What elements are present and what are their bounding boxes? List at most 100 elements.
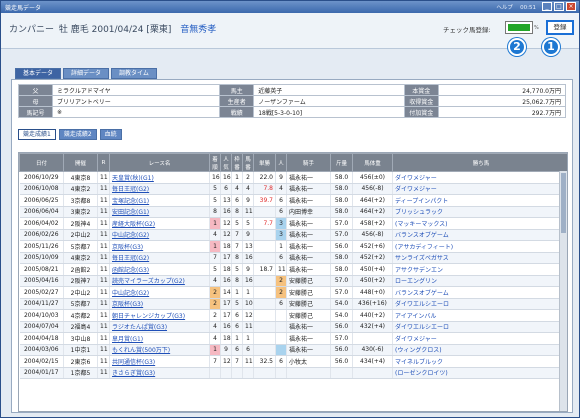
race-cell: 福永祐一 xyxy=(286,171,331,184)
race-row[interactable]: 2006/02/26 2中山2 11 中山記念(G2) 4 12 7 9 3 福永祐一 57.0 45… xyxy=(19,229,567,241)
race-cell[interactable]: 宝塚記念(G1) xyxy=(109,194,210,207)
column-header[interactable]: 人 xyxy=(275,153,287,172)
race-cell: 7 xyxy=(209,355,221,368)
maximize-button[interactable]: □ xyxy=(554,2,564,11)
race-row[interactable]: 2006/10/29 4東京8 11 天皇賞(秋)(G1) 16 16 1 2 22.0 9 福永祐… xyxy=(19,171,567,184)
race-cell[interactable]: (アサカディフィート) xyxy=(392,240,567,253)
race-cell[interactable]: ダイワメジャー xyxy=(392,171,567,184)
race-cell[interactable]: アサクサデンエン xyxy=(392,263,567,276)
race-cell[interactable]: (マッキーマックス) xyxy=(392,217,567,230)
race-row[interactable]: 2004/11/27 5京都7 11 京阪杯(G3) 2 17 5 10 6 安藤勝己 54.0 43… xyxy=(19,298,567,310)
race-cell[interactable]: マイネルブルック xyxy=(392,355,567,368)
race-row[interactable]: 2004/01/17 1京都5 11 きさらぎ賞(G3) (ローゼンクロイツ) xyxy=(19,367,567,379)
race-cell[interactable]: 京阪杯(G3) xyxy=(109,298,210,310)
column-header[interactable]: 着順 xyxy=(209,153,221,172)
race-cell xyxy=(253,240,276,253)
race-cell[interactable]: ラジオたんぱ賞(G3) xyxy=(109,321,210,333)
column-header[interactable]: 人気 xyxy=(220,153,232,172)
race-cell[interactable]: 産経大阪杯(G2) xyxy=(109,217,210,230)
column-header[interactable]: 単勝 xyxy=(253,153,276,172)
race-row[interactable]: 2005/08/21 2函館2 11 函館記念(G3) 5 18 5 9 18.7 11 福永祐一 5… xyxy=(19,263,567,276)
race-row[interactable]: 2006/04/02 2阪神4 11 産経大阪杯(G2) 1 12 5 5 7.7 3 福永祐一 57… xyxy=(19,217,567,230)
close-button[interactable]: × xyxy=(566,2,576,11)
race-row[interactable]: 2005/10/09 4東京2 11 毎日王冠(G2) 7 17 8 16 6 福永祐一 58.0 4… xyxy=(19,252,567,264)
race-cell[interactable]: ダイワエルシエーロ xyxy=(392,298,567,310)
race-cell: 11 xyxy=(97,321,110,333)
column-header[interactable]: 騎手 xyxy=(286,153,331,172)
race-cell[interactable]: ローエングリン xyxy=(392,275,567,287)
column-header[interactable]: 勝ち馬 xyxy=(392,153,567,172)
race-row[interactable]: 2005/11/26 5京都7 11 京阪杯(G3) 1 18 7 13 1 福永祐一 56.0 45… xyxy=(19,240,567,253)
race-row[interactable]: 2005/02/27 2中山2 11 中山記念(G2) 2 14 1 1 2 安藤勝己 57.0 44… xyxy=(19,286,567,299)
race-cell: 56.0 xyxy=(330,240,353,253)
race-cell[interactable]: バランスオブゲーム xyxy=(392,229,567,241)
race-cell[interactable]: 京阪杯(G3) xyxy=(109,240,210,253)
race-cell[interactable]: 中山記念(G2) xyxy=(109,286,210,299)
subtab-record-1[interactable]: 競走成績1 xyxy=(18,129,56,140)
tab-basic-data[interactable]: 基本データ xyxy=(15,68,62,79)
race-row[interactable]: 2004/03/06 1中京1 11 もくれん賞(500万下) 1 9 6 6 福永祐一 56.0… xyxy=(19,344,567,356)
race-row[interactable]: 2004/02/15 2東京6 11 共同通信杯(G3) 7 12 7 11 32.5 6 小牧太 5… xyxy=(19,355,567,368)
info-value: 24,770.0万円 xyxy=(437,84,567,96)
race-cell xyxy=(253,286,276,299)
race-cell[interactable]: (ローゼンクロイツ) xyxy=(392,367,567,379)
race-cell[interactable]: きさらぎ賞(G3) xyxy=(109,367,210,379)
column-header[interactable]: 斤量 xyxy=(330,153,353,172)
race-cell xyxy=(275,344,287,356)
race-cell: 5 xyxy=(231,217,243,230)
race-cell[interactable]: 朝日チャレンジカップ(G3) xyxy=(109,309,210,322)
race-record-table: 日付 開催 R レース名 着順 人気 枠番 馬番 単勝人騎手 斤量 馬体重 勝ち馬 2006/10/2… xyxy=(19,153,567,379)
column-header[interactable]: 馬体重 xyxy=(352,153,393,172)
race-cell[interactable]: 毎日王冠(G2) xyxy=(109,183,210,195)
subtab-pedigree[interactable]: 血統 xyxy=(99,129,122,140)
trainer-name[interactable]: 音無秀孝 xyxy=(180,25,216,35)
race-cell[interactable]: ディープインパクト xyxy=(392,194,567,207)
race-cell[interactable]: ダイワエルシエーロ xyxy=(392,321,567,333)
marker-2: 2 xyxy=(508,38,526,56)
race-cell[interactable]: ブリッシュラック xyxy=(392,206,567,218)
minimize-button[interactable]: _ xyxy=(542,2,552,11)
race-cell[interactable]: 毎日王冠(G2) xyxy=(109,252,210,264)
column-header[interactable]: 開催 xyxy=(63,153,98,172)
race-cell: 2006/02/26 xyxy=(19,229,64,241)
column-header[interactable]: 枠番 xyxy=(231,153,243,172)
tab-training-time[interactable]: 調教タイム xyxy=(111,68,157,79)
race-cell: 2004/03/06 xyxy=(19,344,64,356)
race-cell: 福永祐一 xyxy=(286,194,331,207)
race-row[interactable]: 2005/04/16 2阪神7 11 読売マイラーズカップ(G2) 4 16 8 16 2 安藤勝… xyxy=(19,275,567,287)
race-cell[interactable]: 天皇賞(秋)(G1) xyxy=(109,171,210,184)
race-cell[interactable]: ダイワメジャー xyxy=(392,183,567,195)
race-cell: 12 xyxy=(220,229,232,241)
help-clock[interactable]: ヘルプ 00:51 xyxy=(496,3,536,11)
scrollbar-thumb[interactable] xyxy=(561,173,566,233)
subtab-record-2[interactable]: 競走成績2 xyxy=(58,129,97,140)
race-row[interactable]: 2006/10/08 4東京2 11 毎日王冠(G2) 5 6 4 4 7.8 4 福永祐一 58.0… xyxy=(19,183,567,195)
race-row[interactable]: 2004/07/04 2福島4 11 ラジオたんぱ賞(G3) 4 16 6 11 福永祐一 56.… xyxy=(19,321,567,333)
column-header[interactable]: R xyxy=(97,153,110,172)
race-cell[interactable]: もくれん賞(500万下) xyxy=(109,344,210,356)
race-cell[interactable]: 皐月賞(G1) xyxy=(109,332,210,345)
race-row[interactable]: 2004/10/03 4京都2 11 朝日チャレンジカップ(G3) 2 17 6 12 安藤勝己… xyxy=(19,309,567,322)
race-row[interactable]: 2004/04/18 3中山8 11 皐月賞(G1) 4 18 1 1 福永祐一 57.0 ダイワメ… xyxy=(19,332,567,345)
column-header[interactable]: レース名 xyxy=(109,153,210,172)
race-row[interactable]: 2006/06/25 3京都8 11 宝塚記念(G1) 5 13 6 9 39.7 6 福永祐一 58… xyxy=(19,194,567,207)
column-header[interactable]: 日付 xyxy=(19,153,64,172)
tab-detail-data[interactable]: 詳細データ xyxy=(63,68,110,79)
race-cell[interactable]: バランスオブゲーム xyxy=(392,286,567,299)
race-row[interactable]: 2006/06/04 3東京2 11 安田記念(G1) 8 16 8 11 6 内田博幸 58.0 4… xyxy=(19,206,567,218)
race-cell[interactable]: 函館記念(G3) xyxy=(109,263,210,276)
race-cell[interactable]: 安田記念(G1) xyxy=(109,206,210,218)
race-cell[interactable]: アイアインバル xyxy=(392,309,567,322)
race-cell: 安藤勝己 xyxy=(286,275,331,287)
race-table-scrollbar[interactable] xyxy=(559,171,567,411)
column-header[interactable]: 馬番 xyxy=(242,153,254,172)
race-cell[interactable]: サンライズペガサス xyxy=(392,252,567,264)
race-cell[interactable]: (ウィングクロス) xyxy=(392,344,567,356)
check-horse-indicator[interactable] xyxy=(505,21,533,34)
race-cell[interactable]: 共同通信杯(G3) xyxy=(109,355,210,368)
race-cell[interactable]: ダイワメジャー xyxy=(392,332,567,345)
race-cell: 11 xyxy=(97,298,110,310)
race-cell[interactable]: 読売マイラーズカップ(G2) xyxy=(109,275,210,287)
register-button[interactable]: 登録 xyxy=(546,20,574,35)
race-cell[interactable]: 中山記念(G2) xyxy=(109,229,210,241)
